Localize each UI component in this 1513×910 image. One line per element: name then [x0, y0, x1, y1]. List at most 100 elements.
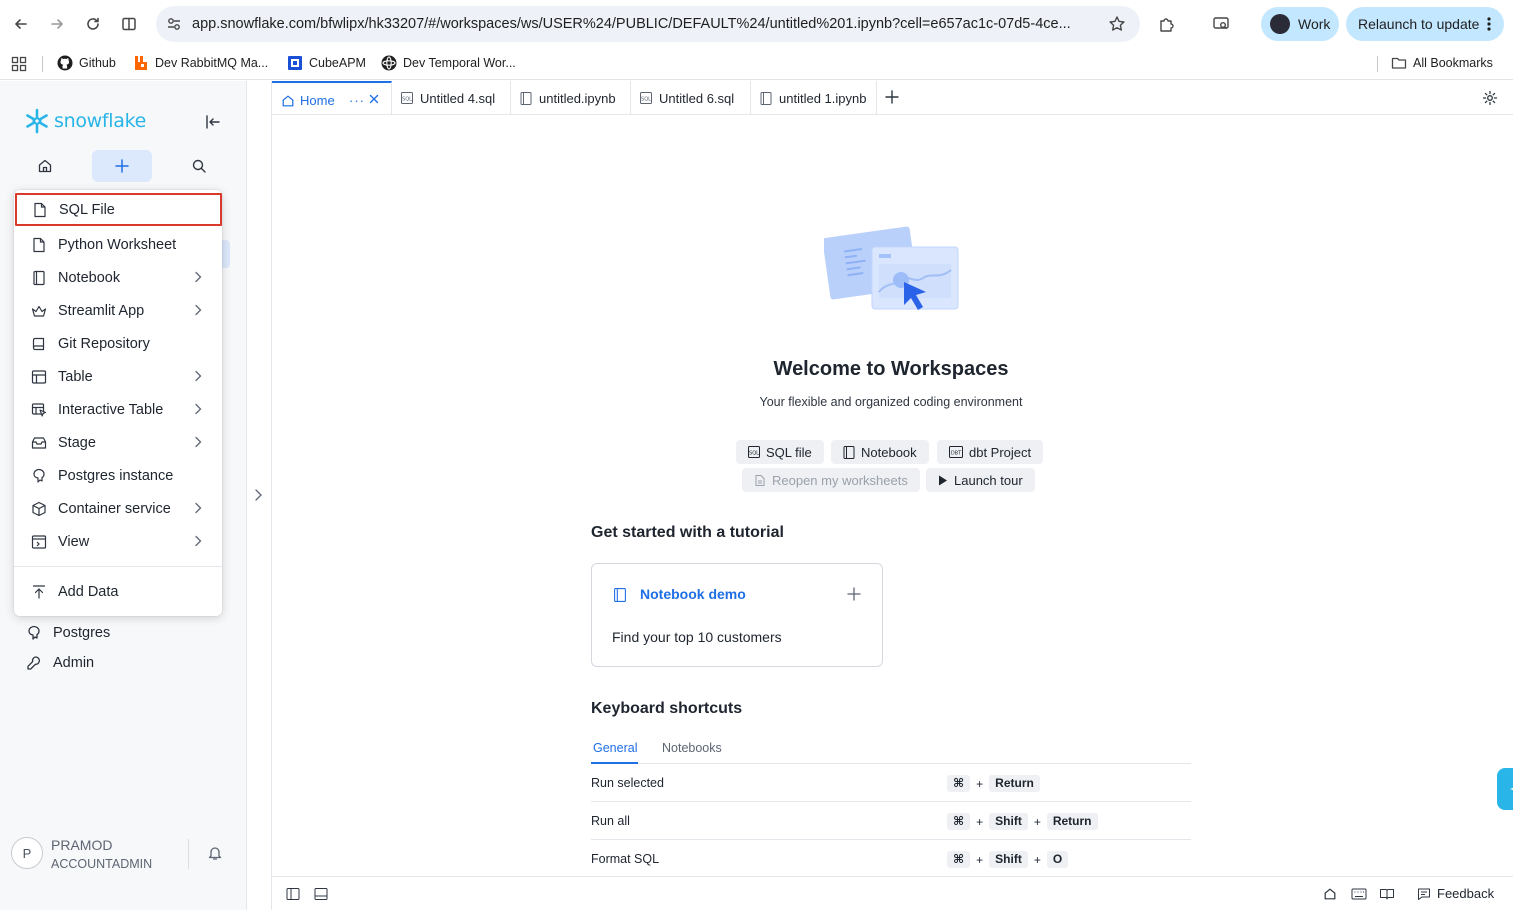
user-role: ACCOUNTADMIN	[51, 857, 153, 871]
menu-item-interactive-table[interactable]: Interactive Table	[14, 393, 222, 426]
tab-search-button[interactable]	[1209, 12, 1233, 36]
chevron-right-icon	[195, 271, 202, 283]
tutorial-card[interactable]: Notebook demo Find your top 10 customers	[591, 563, 883, 667]
bell-icon[interactable]	[207, 845, 223, 861]
shortcut-keys: ⌘ + Shift + Return	[947, 813, 1098, 830]
apps-button[interactable]	[11, 56, 27, 72]
menu-item-add-data[interactable]: Add Data	[14, 575, 222, 608]
page-subtitle: Your flexible and organized coding envir…	[759, 395, 1023, 409]
logo-text: snowflake	[54, 110, 147, 132]
reopen-worksheets-button[interactable]: Reopen my worksheets	[742, 468, 920, 492]
tab-untitled-4-sql[interactable]: SQL Untitled 4.sql	[392, 81, 511, 115]
bookmark-cubeapm[interactable]: CubeAPM	[287, 55, 366, 71]
avatar[interactable]: P	[11, 837, 43, 869]
tab-general[interactable]: General	[593, 741, 637, 755]
menu-item-container-service[interactable]: Container service	[14, 492, 222, 525]
bookmark-temporal[interactable]: Dev Temporal Wor...	[381, 55, 516, 71]
reload-button[interactable]	[81, 12, 105, 36]
address-bar[interactable]: app.snowflake.com/bfwlipx/hk33207/#/work…	[156, 6, 1140, 42]
admin-icon	[27, 656, 40, 670]
menu-item-postgres-instance[interactable]: Postgres instance	[14, 459, 222, 492]
streamlit-icon	[31, 305, 47, 317]
split-view-button[interactable]	[117, 12, 141, 36]
chevron-right-icon[interactable]	[253, 488, 263, 502]
collapse-sidebar-icon[interactable]	[204, 113, 222, 131]
reopen-icon	[755, 474, 765, 486]
create-button[interactable]	[92, 150, 152, 182]
tab-bar: Home ··· SQL Untitled 4.sql untitled.ipy…	[272, 81, 1513, 115]
menu-item-notebook[interactable]: Notebook	[14, 261, 222, 294]
button-label: dbt Project	[969, 444, 1032, 460]
tutorial-title[interactable]: Notebook demo	[640, 586, 746, 602]
new-notebook-button[interactable]: Notebook	[831, 440, 929, 464]
tab-home[interactable]: Home ···	[272, 81, 392, 115]
menu-item-label: Python Worksheet	[58, 237, 177, 253]
menu-item-label: Notebook	[58, 270, 121, 286]
menu-item-git-repository[interactable]: Git Repository	[14, 327, 222, 360]
sidebar-item-admin[interactable]: Admin	[26, 655, 94, 671]
upload-icon	[32, 585, 46, 599]
more-vertical-icon	[1487, 17, 1491, 31]
sidebar-item-postgres[interactable]: Postgres	[26, 625, 110, 641]
extensions-button[interactable]	[1155, 12, 1179, 36]
search-icon	[192, 159, 206, 173]
gear-icon[interactable]	[1482, 90, 1498, 106]
all-bookmarks-button[interactable]: All Bookmarks	[1391, 55, 1493, 71]
home-icon	[282, 95, 294, 107]
add-tab-icon[interactable]	[885, 90, 899, 104]
menu-divider	[14, 566, 222, 567]
user-menu[interactable]: P PRAMOD ACCOUNTADMIN	[0, 826, 247, 882]
menu-item-python-worksheet[interactable]: Python Worksheet	[14, 228, 222, 261]
user-name: PRAMOD	[51, 837, 113, 853]
relaunch-button[interactable]: Relaunch to update	[1346, 7, 1504, 41]
keyboard-icon[interactable]	[1351, 887, 1367, 901]
tab-more-icon[interactable]: ···	[349, 93, 365, 108]
menu-item-sql-file[interactable]: SQL File	[15, 193, 222, 226]
menu-item-streamlit-app[interactable]: Streamlit App	[14, 294, 222, 327]
key-plus: +	[1033, 814, 1041, 829]
feedback-label: Feedback	[1437, 886, 1495, 901]
snowflake-logo[interactable]: snowflake	[24, 108, 146, 134]
svg-text:SQL: SQL	[749, 451, 759, 457]
menu-item-label: Postgres instance	[58, 468, 174, 484]
table-icon	[31, 370, 47, 384]
url-text[interactable]: app.snowflake.com/bfwlipx/hk33207/#/work…	[192, 16, 1092, 32]
tab-untitled-1-ipynb[interactable]: untitled 1.ipynb	[751, 81, 877, 115]
sparkle-icon	[1510, 787, 1513, 791]
feedback-button[interactable]: Feedback	[1417, 886, 1494, 901]
home-icon[interactable]	[1323, 887, 1337, 901]
plus-icon[interactable]	[847, 587, 861, 601]
home-button[interactable]	[15, 150, 75, 182]
tab-notebooks[interactable]: Notebooks	[662, 741, 722, 755]
bookmarks-bar: Github Dev RabbitMQ Ma... CubeAPM Dev Te…	[0, 48, 1513, 80]
play-icon	[939, 475, 947, 485]
close-icon[interactable]	[369, 94, 379, 104]
chevron-right-icon	[195, 370, 202, 382]
menu-item-stage[interactable]: Stage	[14, 426, 222, 459]
toggle-panel-icon[interactable]	[314, 887, 328, 901]
new-sql-file-button[interactable]: SQL SQL file	[736, 440, 824, 464]
book-icon[interactable]	[1379, 887, 1395, 901]
bookmark-github[interactable]: Github	[57, 55, 116, 71]
back-button[interactable]	[9, 12, 33, 36]
toggle-sidebar-icon[interactable]	[286, 887, 300, 901]
ai-assistant-button[interactable]	[1497, 768, 1513, 810]
tab-untitled-ipynb[interactable]: untitled.ipynb	[511, 81, 631, 115]
profile-avatar	[1270, 14, 1290, 34]
bookmark-rabbitmq[interactable]: Dev RabbitMQ Ma...	[133, 55, 268, 71]
file-icon	[34, 202, 46, 218]
sidebar-item-label: Admin	[53, 655, 95, 671]
forward-button[interactable]	[45, 12, 69, 36]
tab-untitled-6-sql[interactable]: SQL Untitled 6.sql	[631, 81, 751, 115]
star-icon[interactable]	[1108, 15, 1126, 33]
menu-item-view[interactable]: View	[14, 525, 222, 558]
new-dbt-project-button[interactable]: DBT dbt Project	[937, 440, 1044, 464]
profile-button[interactable]: Work	[1261, 7, 1339, 41]
launch-tour-button[interactable]: Launch tour	[926, 468, 1035, 492]
relaunch-label: Relaunch to update	[1358, 16, 1480, 32]
key-plus: +	[1033, 852, 1041, 867]
menu-item-table[interactable]: Table	[14, 360, 222, 393]
search-button[interactable]	[169, 150, 229, 182]
create-menu: SQL File Python Worksheet Notebook Strea…	[14, 190, 222, 616]
site-settings-icon[interactable]	[165, 15, 183, 33]
